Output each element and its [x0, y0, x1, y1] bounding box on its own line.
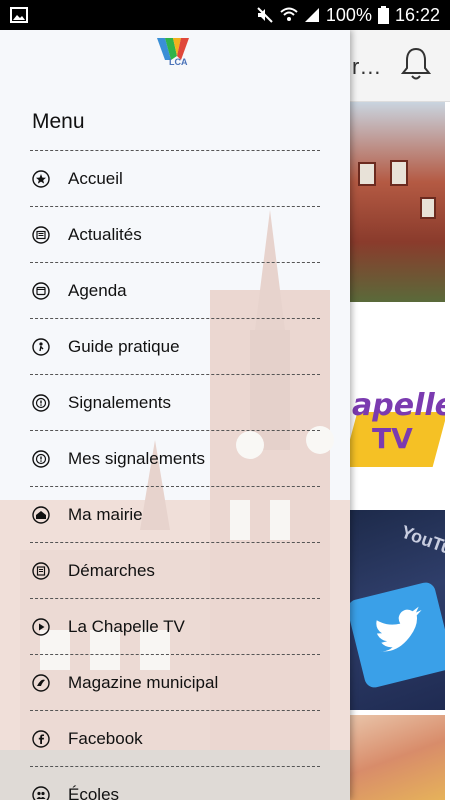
card-window-shape [358, 162, 376, 186]
navigation-drawer: LCA Menu Accueil Actualités Agenda Guide… [0, 30, 350, 800]
news-card-photo[interactable] [350, 715, 445, 800]
battery-icon [377, 6, 389, 24]
menu-item-actualites[interactable]: Actualités [30, 206, 320, 262]
menu-item-label: Accueil [68, 168, 123, 188]
twitter-logo-icon [350, 580, 445, 690]
menu-item-guide-pratique[interactable]: Guide pratique [30, 318, 320, 374]
notification-bell-icon[interactable] [400, 46, 432, 87]
mute-icon [256, 6, 274, 24]
menu-item-demarches[interactable]: Démarches [30, 542, 320, 598]
battery-percentage: 100% [325, 4, 372, 25]
alert-icon [32, 449, 50, 468]
lca-logo-icon[interactable] [155, 34, 197, 76]
alert-icon [32, 393, 50, 412]
menu-item-ma-mairie[interactable]: Ma mairie [30, 486, 320, 542]
youtube-label: YouTu [398, 521, 445, 559]
signal-icon [304, 7, 320, 23]
menu-item-label: La Chapelle TV [68, 616, 185, 636]
news-card-image-townhall[interactable] [350, 102, 445, 302]
school-icon [32, 785, 50, 800]
tv-logo-tv: TV [372, 422, 413, 455]
menu-item-label: Signalements [68, 392, 172, 412]
magazine-icon [32, 673, 50, 692]
menu-item-label: Actualités [68, 224, 142, 244]
menu-item-facebook[interactable]: Facebook [30, 710, 320, 766]
menu-title: Menu [32, 110, 85, 133]
menu-item-label: Démarches [68, 560, 155, 580]
form-icon [32, 561, 50, 580]
card-window-shape [420, 197, 436, 219]
menu-item-accueil[interactable]: Accueil [30, 150, 320, 206]
town-hall-icon [32, 505, 50, 524]
guide-icon [32, 337, 50, 356]
menu-item-agenda[interactable]: Agenda [30, 262, 320, 318]
menu-item-label: Mes signalements [68, 448, 206, 468]
brand-text: LCA [169, 57, 188, 67]
play-icon [32, 617, 50, 636]
menu-item-label: Ma mairie [68, 504, 143, 524]
header-title: r… [352, 54, 382, 79]
news-card-tv-logo[interactable]: apelle TV [350, 330, 445, 515]
menu-item-signalements[interactable]: Signalements [30, 374, 320, 430]
image-notification-icon [10, 7, 28, 23]
news-icon [32, 225, 50, 244]
menu-item-ecoles[interactable]: Écoles [30, 766, 320, 800]
calendar-icon [32, 281, 50, 300]
menu-item-label: Magazine municipal [68, 672, 219, 692]
menu-item-label: Écoles [68, 784, 120, 800]
menu-item-magazine-municipal[interactable]: Magazine municipal [30, 654, 320, 710]
menu-item-label: Guide pratique [68, 336, 180, 356]
menu-item-la-chapelle-tv[interactable]: La Chapelle TV [30, 598, 320, 654]
clock: 16:22 [394, 4, 440, 25]
menu-item-label: Facebook [68, 728, 143, 748]
facebook-icon [32, 729, 50, 748]
status-bar: 100% 16:22 [0, 0, 450, 30]
wifi-icon [280, 7, 298, 23]
menu-list: Accueil Actualités Agenda Guide pratique [30, 150, 320, 800]
news-card-social[interactable]: YouTu [350, 510, 445, 710]
card-window-shape [390, 160, 408, 186]
menu-item-mes-signalements[interactable]: Mes signalements [30, 430, 320, 486]
menu-item-label: Agenda [68, 280, 127, 300]
star-icon [32, 169, 50, 188]
tv-logo-text: apelle [352, 388, 445, 423]
drawer-content: LCA Menu Accueil Actualités Agenda Guide… [0, 30, 350, 800]
